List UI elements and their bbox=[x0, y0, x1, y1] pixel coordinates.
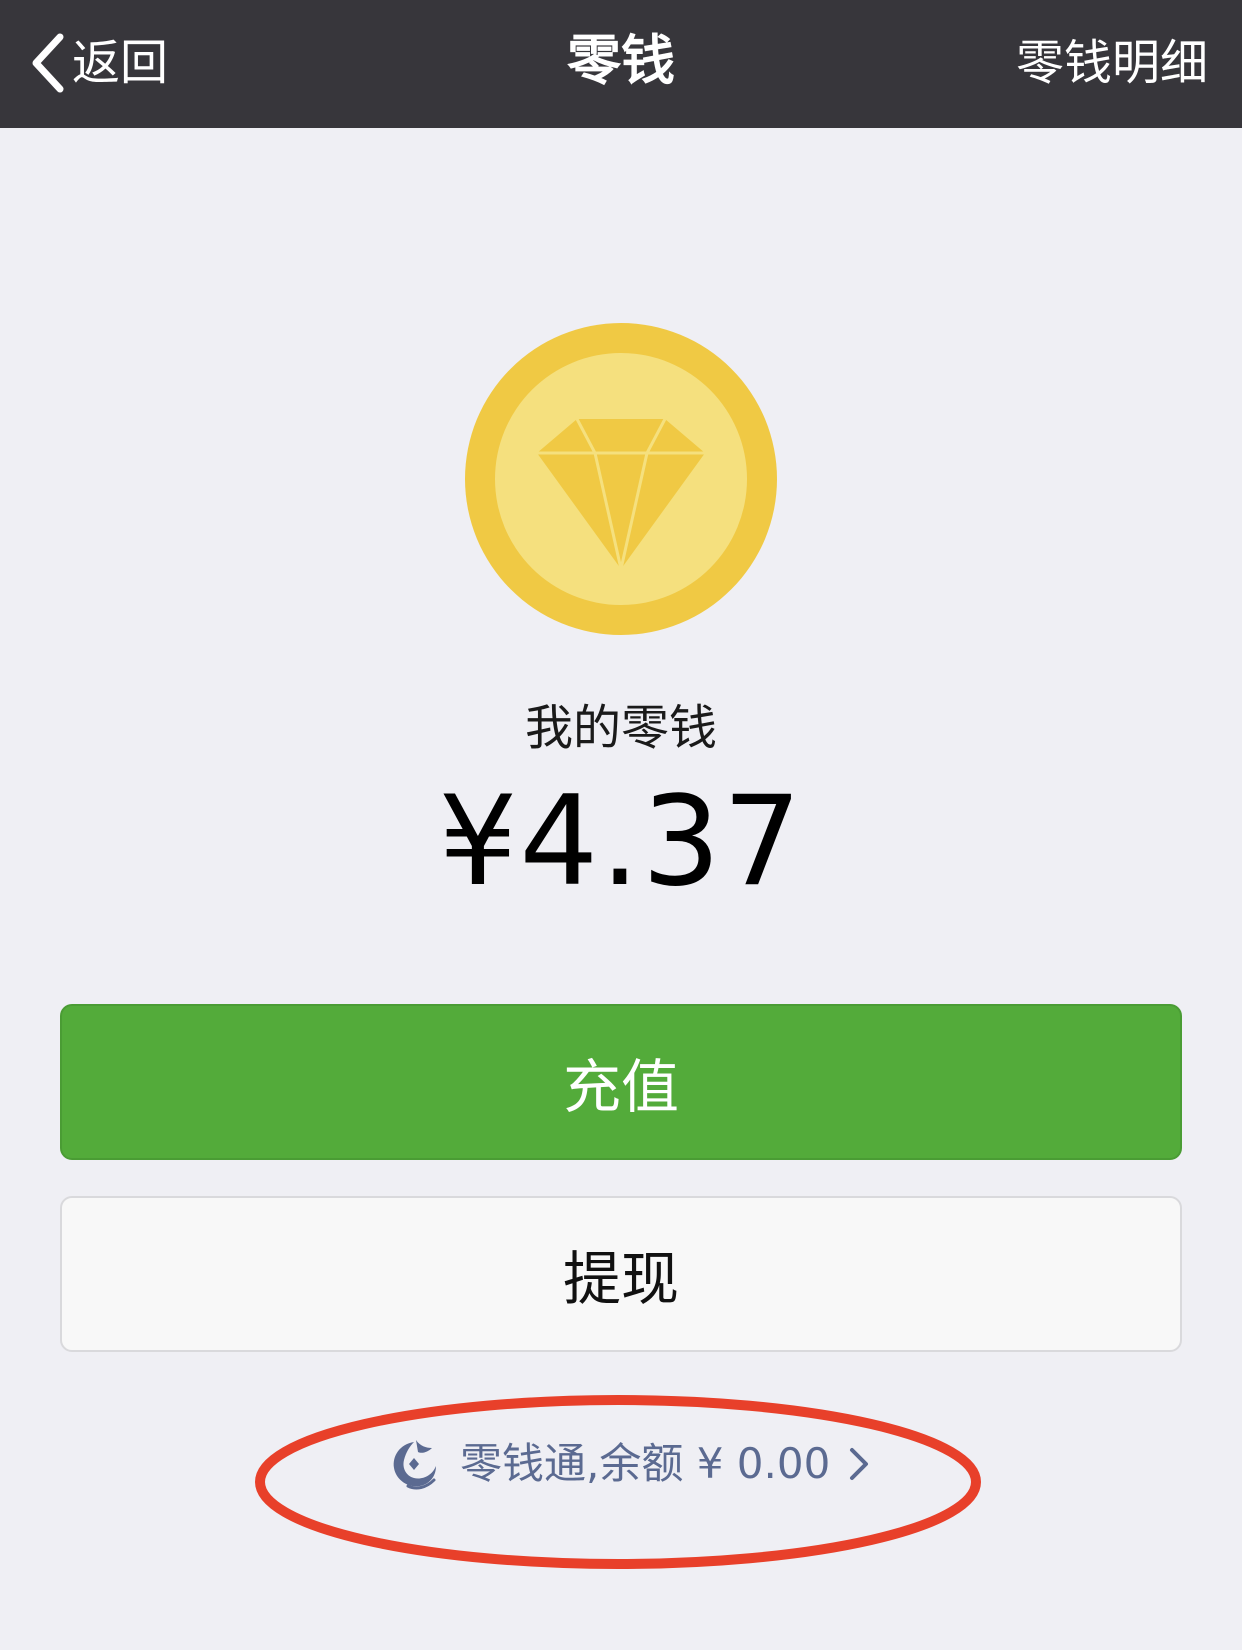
chevron-right-icon bbox=[850, 1448, 869, 1480]
lingqiantong-icon bbox=[393, 1440, 436, 1490]
lingqiantong-balance-text: 零钱通,余额 ¥ 0.00 bbox=[460, 1439, 831, 1488]
diamond-coin-icon bbox=[465, 323, 777, 635]
lingqiantong-link[interactable]: 零钱通,余额 ¥ 0.00 bbox=[386, 1432, 870, 1496]
navigation-bar: 返回 零钱 零钱明细 bbox=[0, 0, 1242, 128]
recharge-button[interactable]: 充值 bbox=[60, 1004, 1182, 1160]
balance-label: 我的零钱 bbox=[524, 700, 717, 756]
balance-amount: ¥4.37 bbox=[438, 770, 804, 914]
transaction-details-button[interactable]: 零钱明细 bbox=[1016, 30, 1208, 96]
withdraw-button[interactable]: 提现 bbox=[60, 1196, 1182, 1352]
